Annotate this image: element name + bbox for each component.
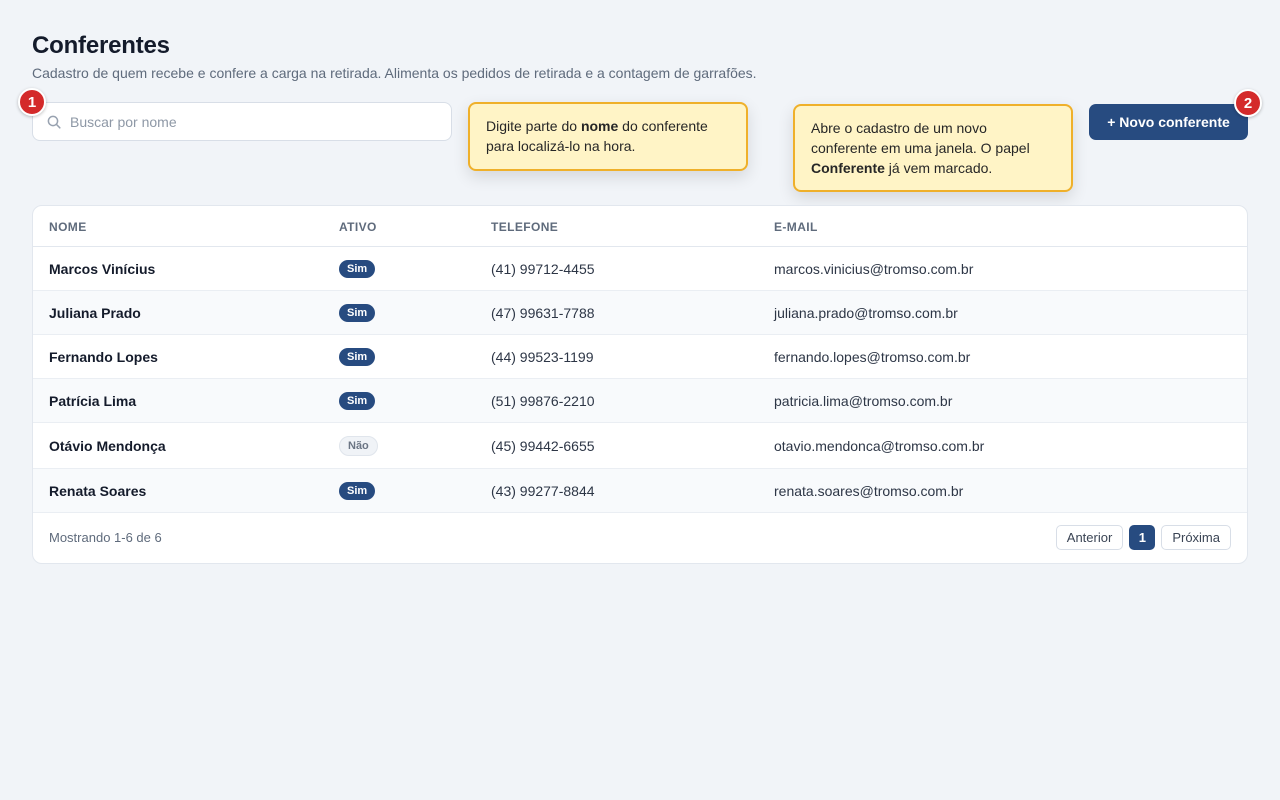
new-tip-text-after: já vem marcado. bbox=[884, 160, 993, 176]
search-field[interactable] bbox=[32, 102, 452, 141]
search-input[interactable] bbox=[70, 103, 450, 140]
status-badge: Sim bbox=[339, 391, 376, 410]
new-conferente-button[interactable]: + Novo conferente bbox=[1089, 104, 1248, 140]
status-badge: Não bbox=[339, 435, 378, 456]
table-row[interactable]: Fernando Lopes Sim (44) 99523-1199 ferna… bbox=[33, 335, 1247, 379]
search-tip-text-bold: nome bbox=[580, 118, 619, 134]
table-row[interactable]: Juliana Prado Sim (47) 99631-7788 julian… bbox=[33, 291, 1247, 335]
table-row[interactable]: Renata Soares Sim (43) 99277-8844 renata… bbox=[33, 469, 1247, 513]
row-phone: (45) 99442-6655 bbox=[491, 437, 595, 454]
row-name: Patrícia Lima bbox=[49, 392, 137, 409]
search-tip-text-before: Digite parte do bbox=[486, 118, 581, 134]
row-phone: (43) 99277-8844 bbox=[491, 482, 595, 499]
table-row[interactable]: Patrícia Lima Sim (51) 99876-2210 patric… bbox=[33, 379, 1247, 423]
new-tip-text-before: Abre o cadastro de um novo conferente em… bbox=[811, 120, 1030, 156]
row-email: renata.soares@tromso.com.br bbox=[774, 482, 964, 499]
column-header-email[interactable]: E-MAIL bbox=[774, 220, 818, 234]
search-tip: Digite parte do nome do conferente para … bbox=[468, 102, 748, 171]
status-badge: Sim bbox=[339, 259, 376, 278]
table-row[interactable]: Marcos Vinícius Sim (41) 99712-4455 marc… bbox=[33, 247, 1247, 291]
column-header-active[interactable]: ATIVO bbox=[339, 220, 377, 234]
search-icon bbox=[46, 114, 62, 130]
row-name: Marcos Vinícius bbox=[49, 260, 156, 277]
next-page-button[interactable]: Próxima bbox=[1161, 525, 1231, 550]
step-1-badge: 1 bbox=[18, 88, 46, 116]
row-phone: (44) 99523-1199 bbox=[491, 348, 594, 365]
status-badge: Sim bbox=[339, 481, 376, 500]
column-header-name[interactable]: NOME bbox=[49, 220, 87, 234]
row-name: Fernando Lopes bbox=[49, 348, 158, 365]
row-name: Otávio Mendonça bbox=[49, 437, 166, 454]
page-subtitle: Cadastro de quem recebe e confere a carg… bbox=[32, 65, 757, 81]
status-badge: Sim bbox=[339, 303, 376, 322]
row-phone: (47) 99631-7788 bbox=[491, 304, 595, 321]
row-name: Renata Soares bbox=[49, 482, 147, 499]
row-email: patricia.lima@tromso.com.br bbox=[774, 392, 953, 409]
pagination: Anterior 1 Próxima bbox=[1055, 525, 1231, 550]
table-header: NOME ATIVO TELEFONE E-MAIL bbox=[33, 206, 1247, 247]
page-1-button[interactable]: 1 bbox=[1129, 525, 1156, 550]
row-email: marcos.vinicius@tromso.com.br bbox=[774, 260, 974, 277]
previous-page-button[interactable]: Anterior bbox=[1055, 525, 1124, 550]
status-badge: Sim bbox=[339, 347, 376, 366]
row-phone: (51) 99876-2210 bbox=[491, 392, 595, 409]
step-2-badge: 2 bbox=[1234, 89, 1262, 117]
pagination-summary: Mostrando 1-6 de 6 bbox=[49, 530, 162, 545]
new-tip-text-bold: Conferente bbox=[811, 160, 885, 176]
row-name: Juliana Prado bbox=[49, 304, 141, 321]
row-email: otavio.mendonca@tromso.com.br bbox=[774, 437, 985, 454]
new-button-tip: Abre o cadastro de um novo conferente em… bbox=[793, 104, 1073, 192]
row-email: fernando.lopes@tromso.com.br bbox=[774, 348, 971, 365]
conferentes-table: NOME ATIVO TELEFONE E-MAIL Marcos Viníci… bbox=[32, 205, 1248, 564]
table-footer: Mostrando 1-6 de 6 Anterior 1 Próxima bbox=[33, 513, 1247, 563]
page-title: Conferentes bbox=[32, 32, 170, 59]
table-row[interactable]: Otávio Mendonça Não (45) 99442-6655 otav… bbox=[33, 423, 1247, 469]
row-phone: (41) 99712-4455 bbox=[491, 260, 595, 277]
row-email: juliana.prado@tromso.com.br bbox=[774, 304, 958, 321]
column-header-phone[interactable]: TELEFONE bbox=[491, 220, 558, 234]
